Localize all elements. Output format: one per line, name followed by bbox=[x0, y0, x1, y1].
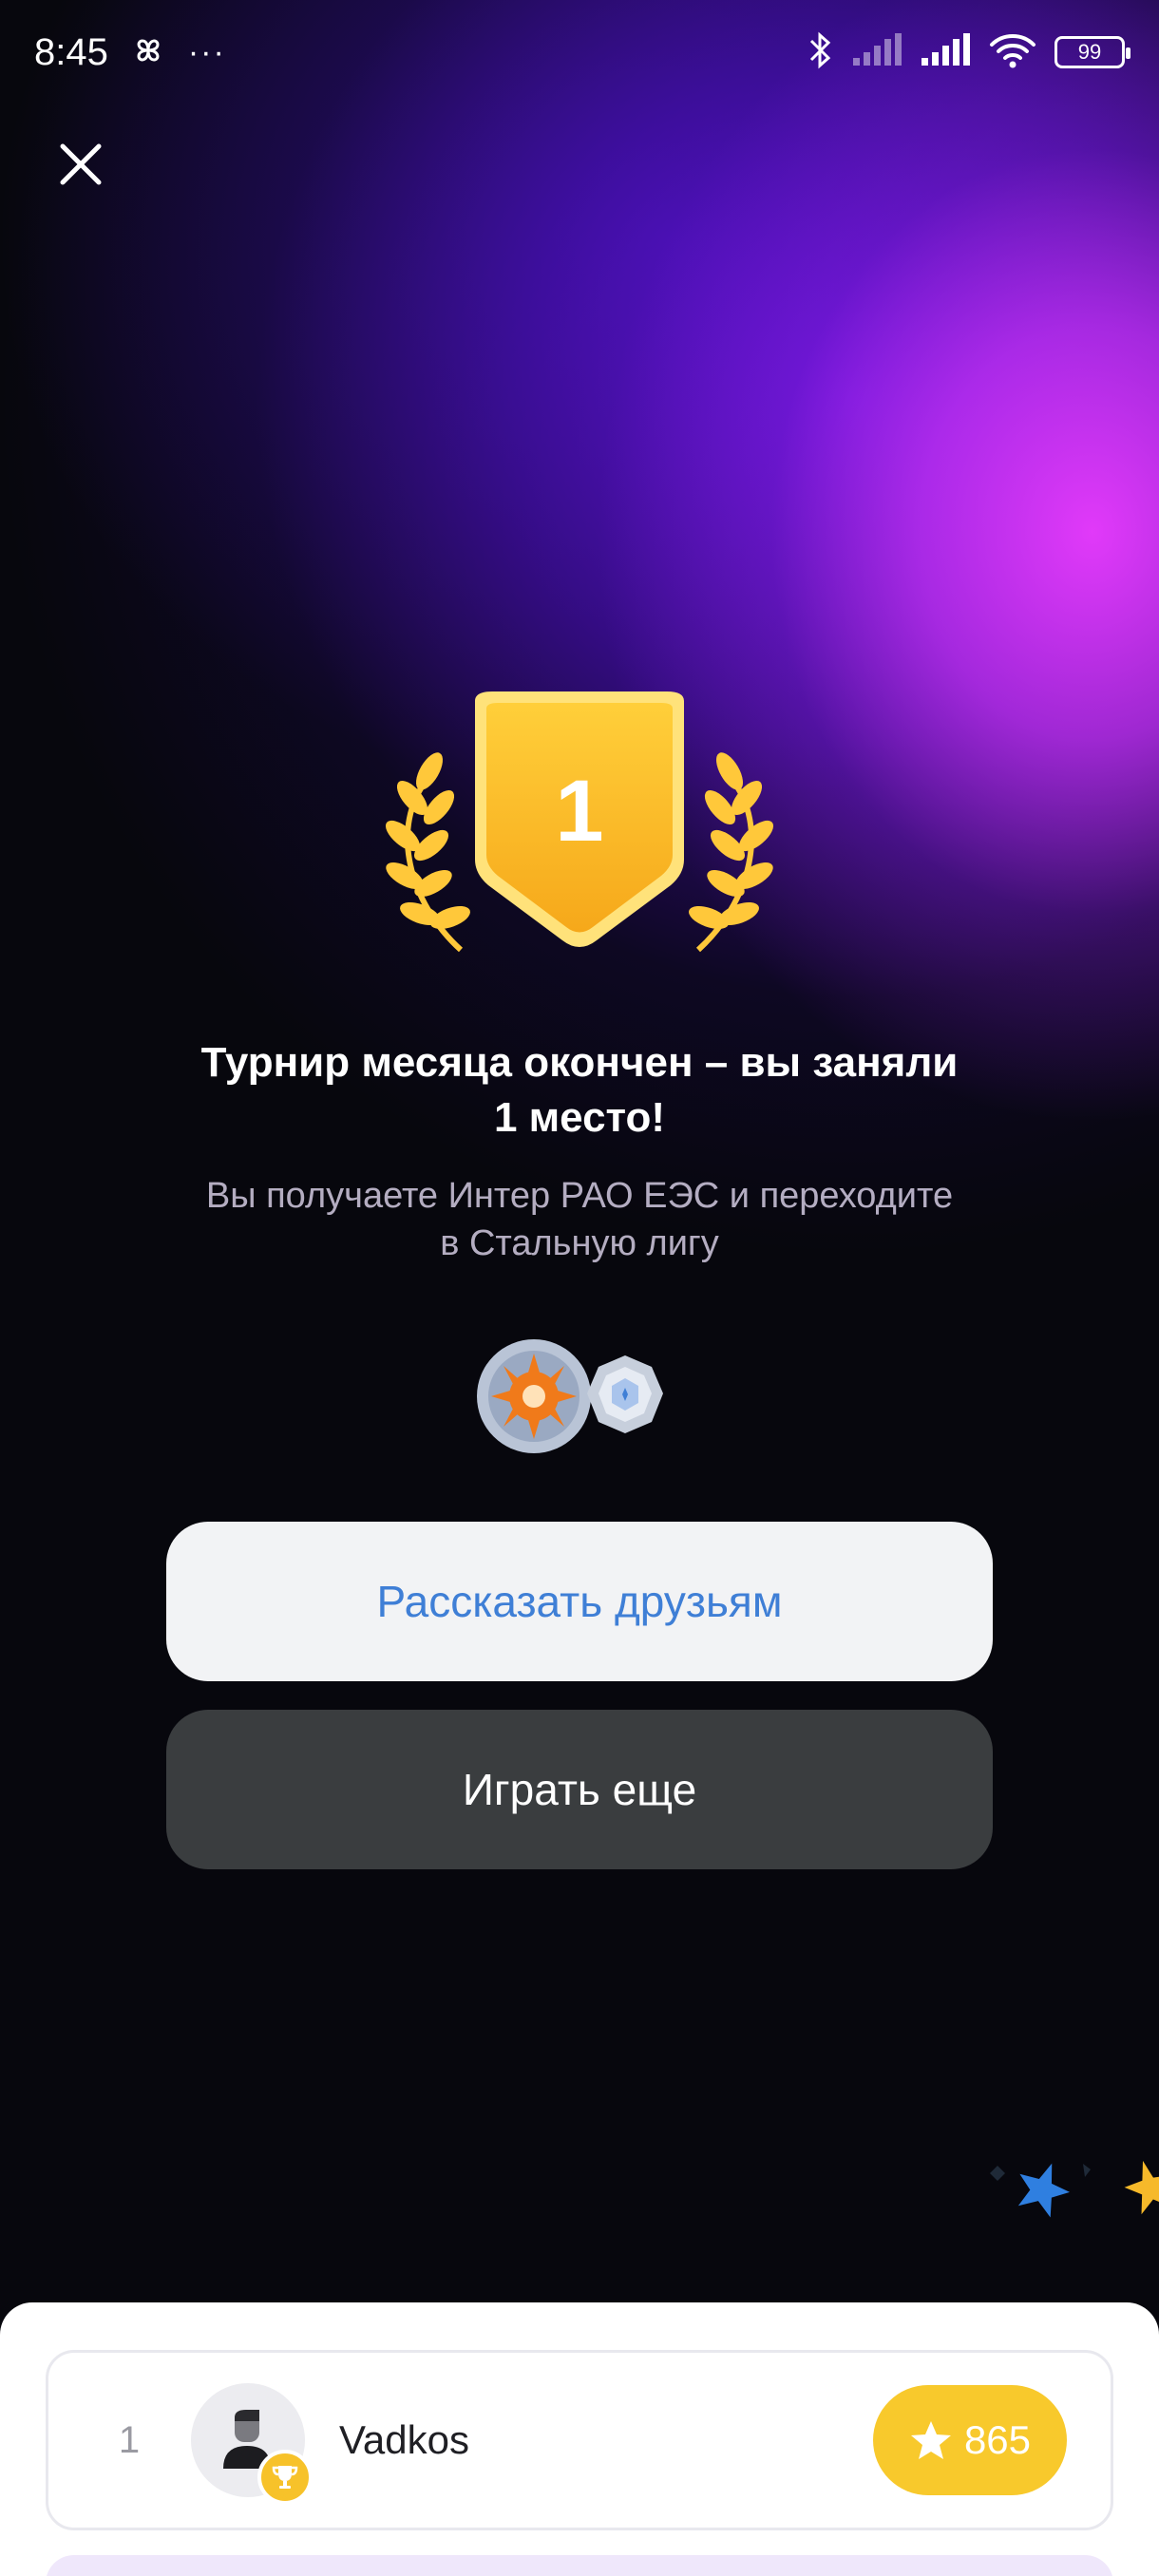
star-icon bbox=[910, 2421, 951, 2459]
wifi-icon bbox=[988, 31, 1037, 74]
steel-league-icon bbox=[587, 1355, 663, 1433]
star-icon bbox=[1017, 2163, 1071, 2218]
leaderboard-next-row bbox=[46, 2555, 1113, 2576]
bluetooth-icon bbox=[806, 29, 834, 76]
result-title-line1: Турнир месяца окончен – вы заняли bbox=[200, 1039, 959, 1086]
pinwheel-icon bbox=[129, 31, 167, 74]
row-username: Vadkos bbox=[339, 2417, 469, 2462]
result-title-line2: 1 место! bbox=[493, 1094, 666, 1141]
trophy-cup-icon bbox=[257, 2450, 313, 2505]
company-logo-icon bbox=[477, 1339, 591, 1453]
reward-icons bbox=[475, 1335, 674, 1458]
more-dots: ··· bbox=[187, 33, 226, 70]
trophy-number: 1 bbox=[555, 763, 603, 860]
share-button[interactable]: Рассказать друзьям bbox=[166, 1522, 993, 1681]
avatar bbox=[191, 2383, 313, 2505]
score-badge: 865 bbox=[873, 2385, 1067, 2495]
row-rank: 1 bbox=[118, 2418, 141, 2461]
battery-icon: 99 bbox=[1054, 36, 1130, 68]
signal-icon bbox=[920, 32, 971, 72]
status-time: 8:45 bbox=[34, 30, 108, 73]
laurel-right bbox=[689, 752, 774, 953]
result-subtitle-line2: в Стальную лигу bbox=[440, 1223, 719, 1263]
star-icon bbox=[990, 2166, 1005, 2181]
leaderboard-row[interactable]: 1 Vadkos 865 bbox=[46, 2350, 1113, 2530]
result-subtitle-line1: Вы получаете Интер РАО ЕЭС и переходите bbox=[205, 1176, 954, 1216]
close-icon bbox=[60, 143, 102, 185]
play-again-button[interactable]: Играть еще bbox=[166, 1710, 993, 1869]
decorative-stars bbox=[978, 2154, 1159, 2230]
result-title: Турнир месяца окончен – вы заняли 1 мест… bbox=[124, 1035, 1036, 1146]
score-value: 865 bbox=[963, 2417, 1032, 2462]
star-icon bbox=[1083, 2164, 1091, 2177]
trophy-badge-icon: 1 bbox=[352, 665, 808, 978]
laurel-left bbox=[385, 752, 470, 953]
result-subtitle: Вы получаете Интер РАО ЕЭС и переходите … bbox=[124, 1172, 1036, 1267]
close-button[interactable] bbox=[49, 133, 112, 196]
signal-icon bbox=[851, 32, 902, 72]
status-bar: 8:45 ··· 99 bbox=[0, 0, 1159, 104]
leaderboard-sheet: 1 Vadkos 865 bbox=[0, 2302, 1159, 2576]
star-icon bbox=[1124, 2160, 1159, 2215]
